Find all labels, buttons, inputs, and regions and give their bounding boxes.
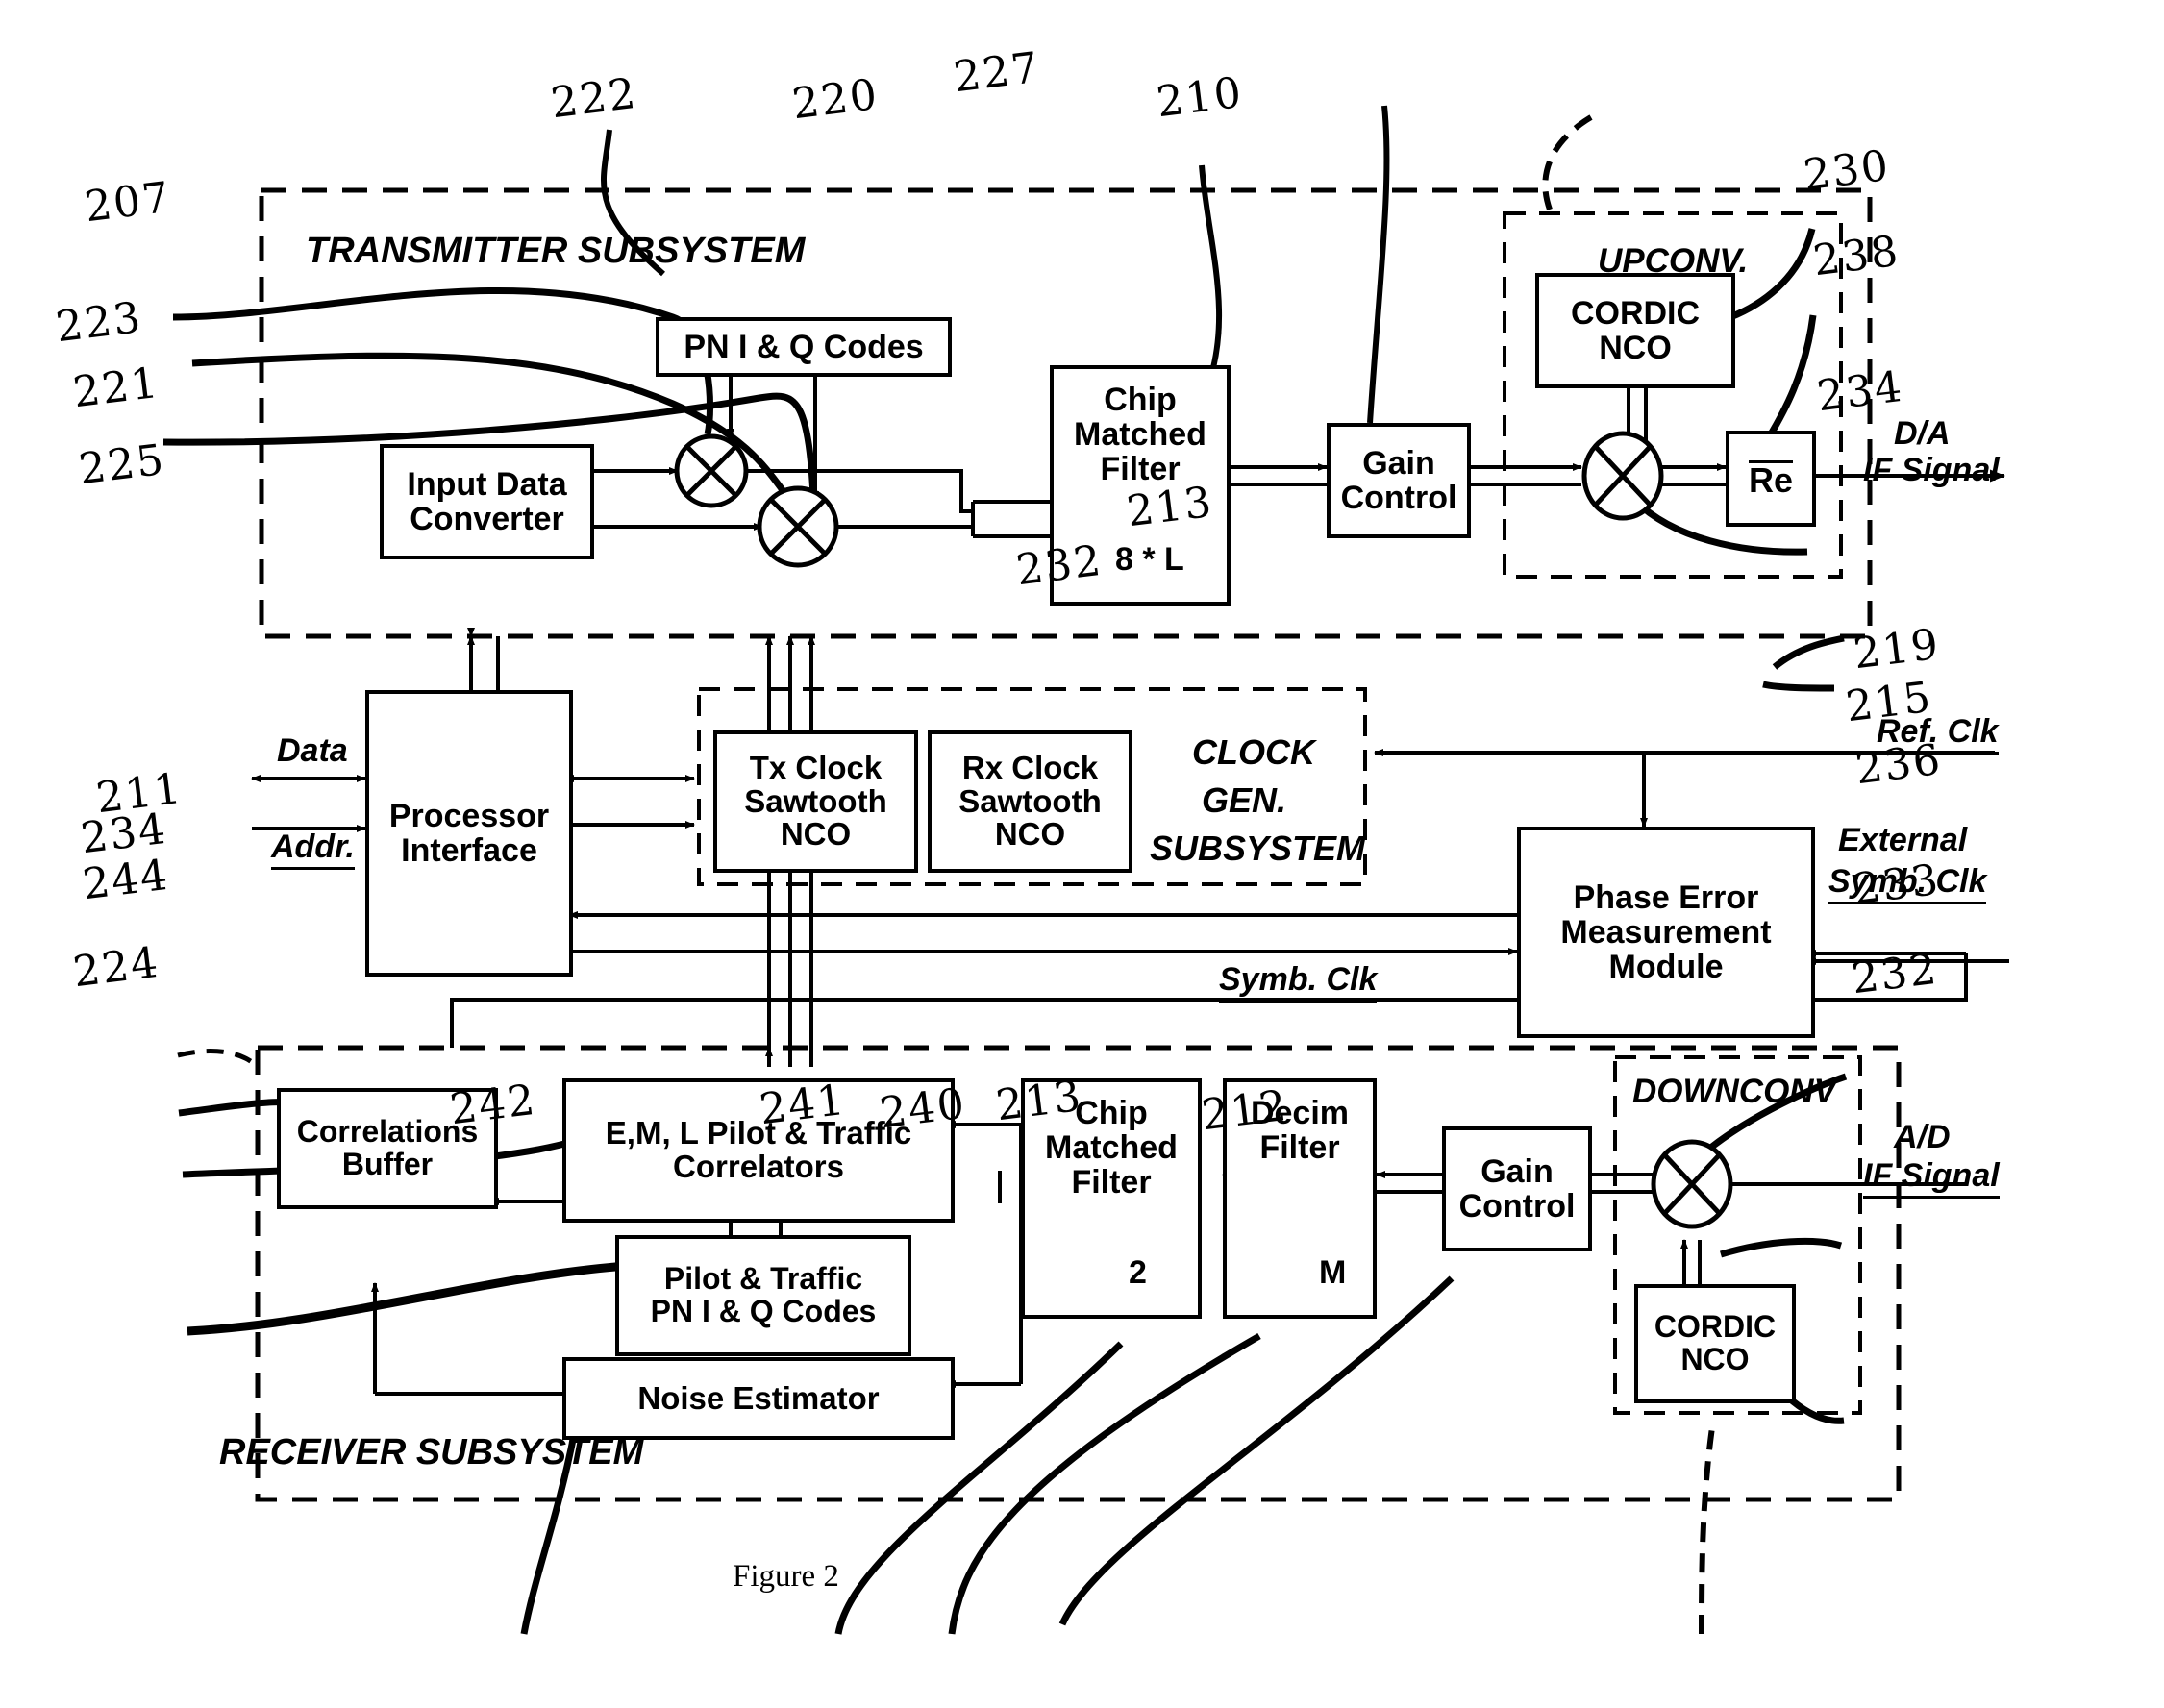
reference-numeral-210: 210 [1154, 67, 1246, 128]
chip-matched-filter-tx-rate: 8 * L [1115, 541, 1184, 578]
rx-clock-nco-line2: Sawtooth [958, 782, 1102, 819]
chip-matched-filter-rx-line2: Matched [1045, 1129, 1178, 1167]
reference-numeral-219: 219 [1851, 619, 1943, 680]
phase-error-line1: Phase Error [1573, 879, 1759, 916]
da-if-signal-line1: D/A [1894, 415, 1951, 452]
processor-interface-line2: Interface [401, 832, 537, 869]
decim-filter-rate: M [1319, 1254, 1347, 1291]
phase-error-measurement-module-block[interactable]: Phase Error Measurement Module [1517, 827, 1815, 1038]
correlations-buffer-line2: Buffer [341, 1147, 434, 1181]
chip-matched-filter-rx-line1: Chip [1075, 1095, 1148, 1131]
reference-numeral-227: 227 [951, 42, 1043, 103]
reference-numeral-234t: 234 [1814, 361, 1906, 422]
pn-i-q-codes-block[interactable]: PN I & Q Codes [656, 317, 952, 377]
reference-numeral-241: 241 [757, 1075, 849, 1135]
chip-matched-filter-rx-rate: 2 [1129, 1254, 1147, 1291]
re-label: Re [1748, 459, 1794, 500]
gain-control-rx-block[interactable]: Gain Control [1442, 1126, 1592, 1251]
pilot-traffic-pn-line1: Pilot & Traffic [663, 1261, 863, 1297]
re-block[interactable]: Re [1726, 431, 1816, 527]
clock-gen-subsystem-line1: CLOCK [1192, 732, 1315, 772]
reference-numeral-213a: 213 [1124, 477, 1216, 537]
phase-error-line3: Module [1608, 949, 1724, 986]
reference-numeral-207: 207 [82, 172, 174, 233]
cordic-nco-rx-block[interactable]: CORDIC NCO [1634, 1284, 1796, 1403]
rx-clock-nco-line1: Rx Clock [961, 749, 1099, 785]
figure-caption: Figure 2 [733, 1559, 839, 1594]
chip-matched-filter-rx-line3: Filter [1071, 1164, 1152, 1201]
input-data-converter-line1: Input Data [407, 465, 567, 503]
decim-filter-line2: Filter [1259, 1129, 1340, 1167]
input-data-converter-line2: Converter [410, 501, 564, 537]
addr-signal-label: Addr. [271, 829, 355, 870]
noise-estimator-label: Noise Estimator [637, 1379, 880, 1416]
reference-numeral-224: 224 [70, 937, 162, 998]
phase-error-line2: Measurement [1560, 913, 1772, 951]
processor-interface-block[interactable]: Processor Interface [365, 690, 573, 977]
reference-numeral-233: 233 [1851, 854, 1943, 915]
gain-control-tx-line2: Control [1340, 480, 1457, 516]
gain-control-rx-line1: Gain [1480, 1152, 1554, 1190]
reference-numeral-230: 230 [1801, 140, 1893, 201]
tx-clock-nco-line2: Sawtooth [744, 782, 887, 819]
gain-control-rx-line2: Control [1458, 1188, 1576, 1225]
reference-numeral-223: 223 [53, 292, 145, 353]
clock-gen-subsystem-line3: SUBSYSTEM [1150, 829, 1366, 868]
pilot-traffic-pn-codes-block[interactable]: Pilot & Traffic PN I & Q Codes [615, 1235, 911, 1356]
reference-numeral-221: 221 [70, 358, 162, 418]
tx-clock-nco-line1: Tx Clock [749, 749, 883, 785]
correlators-line1: E,M, L Pilot & Traffic [605, 1115, 912, 1151]
correlators-line2: Correlators [673, 1149, 844, 1184]
noise-estimator-block[interactable]: Noise Estimator [562, 1357, 955, 1440]
reference-numeral-244: 244 [80, 850, 172, 910]
da-if-signal-line2: IF Signal [1863, 452, 2000, 488]
figure-sheet: TRANSMITTER SUBSYSTEM PN I & Q Codes Inp… [0, 0, 2164, 1708]
external-symb-clk-line1: External [1838, 822, 1968, 858]
rx-clock-nco-line3: NCO [994, 816, 1066, 853]
pn-i-q-codes-label: PN I & Q Codes [684, 328, 924, 365]
pilot-traffic-pn-line2: PN I & Q Codes [650, 1294, 877, 1328]
symb-clk-label: Symb. Clk [1219, 961, 1378, 1003]
reference-numeral-213b: 213 [993, 1071, 1085, 1131]
gain-control-tx-line1: Gain [1362, 444, 1435, 482]
rx-clock-sawtooth-nco-block[interactable]: Rx Clock Sawtooth NCO [928, 730, 1132, 873]
tx-clock-sawtooth-nco-block[interactable]: Tx Clock Sawtooth NCO [713, 730, 918, 873]
gain-control-tx-block[interactable]: Gain Control [1327, 423, 1471, 538]
transmitter-subsystem-label: TRANSMITTER SUBSYSTEM [306, 231, 806, 271]
clock-gen-subsystem-line2: GEN. [1202, 780, 1287, 820]
reference-numeral-238: 238 [1810, 226, 1903, 286]
cordic-nco-tx-block[interactable]: CORDIC NCO [1535, 273, 1735, 388]
cordic-nco-rx-line1: CORDIC [1654, 1309, 1777, 1345]
input-data-converter-block[interactable]: Input Data Converter [380, 444, 594, 559]
downconv-label: DOWNCONV [1632, 1073, 1836, 1110]
chip-matched-filter-tx-line3: Filter [1100, 451, 1181, 488]
cordic-nco-rx-line2: NCO [1680, 1342, 1750, 1376]
reference-numeral-220: 220 [789, 69, 882, 130]
receiver-subsystem-label: RECEIVER SUBSYSTEM [219, 1432, 644, 1473]
chip-matched-filter-tx-line1: Chip [1104, 382, 1177, 418]
cordic-nco-tx-line1: CORDIC [1570, 294, 1701, 332]
reference-numeral-215: 215 [1843, 672, 1935, 732]
chip-matched-filter-tx-line2: Matched [1074, 416, 1206, 454]
ad-if-signal-line1: A/D [1894, 1119, 1951, 1155]
processor-interface-line1: Processor [388, 797, 550, 834]
reference-numeral-242: 242 [447, 1075, 539, 1135]
data-signal-label: Data [277, 732, 348, 769]
reference-numeral-225: 225 [76, 434, 168, 495]
reference-numeral-240: 240 [877, 1078, 969, 1139]
ad-if-signal-line2: IF Signal [1863, 1157, 2000, 1199]
tx-clock-nco-line3: NCO [780, 816, 852, 853]
reference-numeral-232b: 232 [1849, 944, 1941, 1004]
reference-numeral-232a: 232 [1013, 535, 1106, 596]
reference-numeral-236: 236 [1853, 734, 1945, 795]
reference-numeral-212: 212 [1199, 1080, 1291, 1141]
reference-numeral-222: 222 [548, 68, 640, 129]
cordic-nco-tx-line2: NCO [1599, 330, 1672, 366]
